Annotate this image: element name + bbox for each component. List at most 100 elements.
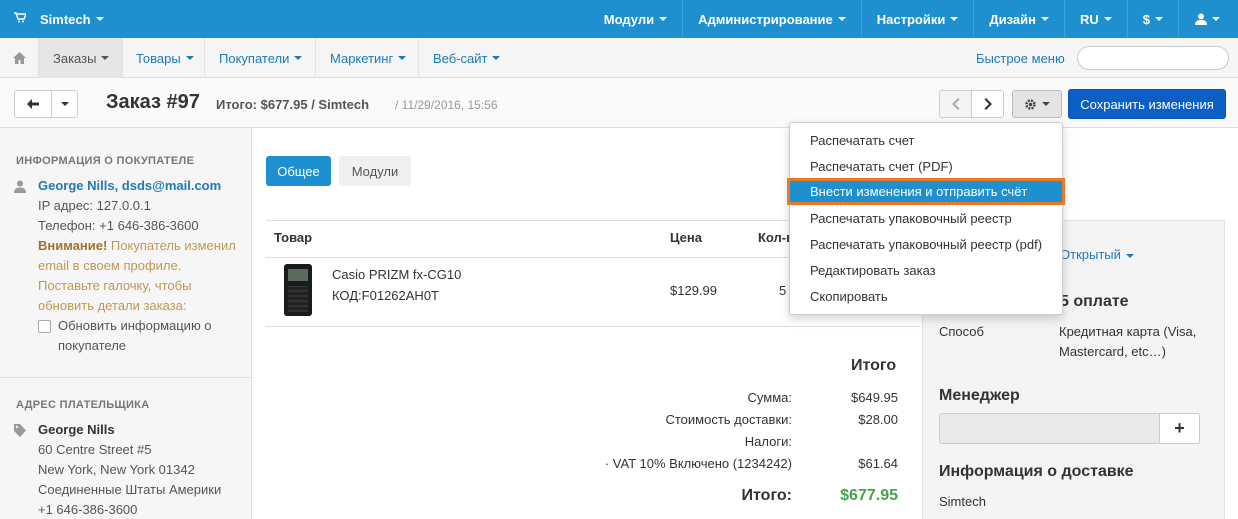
nav-customers[interactable]: Покупатели [204, 38, 316, 78]
nav-website[interactable]: Веб-сайт [418, 38, 514, 78]
chevron-down-icon [185, 56, 194, 60]
chevron-down-icon [60, 102, 69, 106]
chevron-down-icon [294, 56, 303, 60]
prev-order-button[interactable] [939, 90, 972, 118]
top-menu-language[interactable]: RU [1063, 0, 1127, 38]
top-menu-modules[interactable]: Модули [589, 0, 682, 38]
store-switcher[interactable]: Simtech [14, 0, 104, 38]
nav-marketing[interactable]: Маркетинг [315, 38, 420, 78]
product-name-link[interactable]: Casio PRIZM fx-CG10 [332, 267, 461, 282]
product-qty: 5 [779, 283, 787, 298]
menu-item-edit-order[interactable]: Редактировать заказ [810, 263, 936, 278]
chevron-down-icon [1040, 17, 1049, 21]
chevron-down-icon [1103, 17, 1112, 21]
customer-ip: IP адрес: 127.0.0.1 [38, 198, 151, 213]
top-menu-settings[interactable]: Настройки [860, 0, 974, 38]
update-customer-label: Обновить информацию о [58, 318, 212, 333]
product-image[interactable] [284, 264, 312, 316]
top-menu-currency[interactable]: $ [1126, 0, 1178, 38]
add-manager-button[interactable]: + [1159, 413, 1200, 444]
chevron-down-icon [1155, 17, 1163, 21]
update-customer-checkbox[interactable] [38, 320, 51, 333]
tag-icon [14, 424, 26, 437]
main-nav: Заказы Товары Покупатели Маркетинг Веб-с… [0, 38, 1238, 78]
next-order-button[interactable] [971, 90, 1004, 118]
chevron-down-icon [837, 17, 846, 21]
tab-general[interactable]: Общее [266, 156, 331, 186]
manager-input[interactable] [939, 413, 1160, 444]
save-changes-button[interactable]: Сохранить изменения [1068, 89, 1226, 119]
customer-info-title: ИНФОРМАЦИЯ О ПОКУПАТЕЛЕ [16, 155, 195, 167]
profile-warning: Внимание! Покупатель изменил [38, 238, 236, 253]
manager-title: Менеджер [939, 387, 1020, 404]
billing-street: 60 Centre Street #5 [38, 442, 152, 457]
payment-method-value: Кредитная карта (Visa, [1059, 324, 1197, 339]
shipping-info-title: Информация о доставке [939, 463, 1134, 480]
chevron-down-icon [492, 56, 501, 60]
top-menu-administration[interactable]: Администрирование [682, 0, 861, 38]
search-input[interactable] [1077, 46, 1229, 70]
subtotal-value: $649.95 [851, 390, 898, 405]
chevron-right-icon [984, 98, 992, 110]
vat-value: $61.64 [858, 456, 898, 471]
chevron-left-icon [951, 98, 959, 110]
shipping-cost-label: Стоимость доставки: [665, 412, 792, 427]
divider [266, 326, 920, 327]
quick-menu-link[interactable]: Быстрое меню [976, 38, 1065, 78]
totals-title: Итого [851, 357, 897, 374]
chevron-down-icon [950, 17, 959, 21]
back-button[interactable] [14, 90, 52, 118]
billing-phone: +1 646-386-3600 [38, 502, 138, 517]
vat-label: · VAT 10% Включено (1234242) [604, 456, 792, 471]
top-menu-design[interactable]: Дизайн [973, 0, 1064, 38]
subtotal-label: Сумма: [747, 390, 792, 405]
menu-item-print-invoice[interactable]: Распечатать счет [810, 133, 915, 148]
profile-warning-line: Поставьте галочку, чтобы [38, 278, 192, 293]
billing-name: George Nills [38, 422, 115, 437]
chevron-down-icon [95, 17, 104, 21]
product-price: $129.99 [670, 283, 717, 298]
menu-item-edit-and-send-invoice[interactable]: Внести изменения и отправить счёт [787, 178, 1065, 205]
store-name: Simtech [40, 11, 91, 27]
order-status-dropdown[interactable]: Открытый [1060, 247, 1134, 262]
settings-menu-button[interactable] [1012, 90, 1062, 118]
profile-warning-line: email в своем профиле. [38, 258, 182, 273]
back-dropdown-button[interactable] [51, 90, 78, 118]
chevron-down-icon [1212, 17, 1220, 21]
customer-name-link[interactable]: George Nills, dsds@mail.com [38, 176, 221, 196]
menu-item-print-packing-slip[interactable]: Распечатать упаковочный реестр [810, 211, 1012, 226]
payment-method-value: Mastercard, etc…) [1059, 344, 1166, 359]
top-bar: Simtech Модули Администрирование Настрой… [0, 0, 1238, 38]
home-icon[interactable] [0, 38, 38, 78]
divider [0, 377, 251, 378]
chevron-down-icon [398, 56, 407, 60]
nav-products[interactable]: Товары [121, 38, 208, 78]
menu-item-copy[interactable]: Скопировать [810, 289, 888, 304]
shipping-info-value: Simtech [939, 494, 986, 509]
customer-phone: Телефон: +1 646-386-3600 [38, 218, 199, 233]
menu-item-print-invoice-pdf[interactable]: Распечатать счет (PDF) [810, 159, 953, 174]
column-header-product: Товар [274, 230, 313, 245]
grand-total-value: $677.95 [840, 487, 898, 504]
sidebar: ИНФОРМАЦИЯ О ПОКУПАТЕЛЕ George Nills, ds… [0, 128, 252, 519]
product-code: КОД:F01262AH0T [332, 288, 439, 303]
chevron-down-icon [1125, 253, 1134, 258]
order-total-summary: Итого: $677.95 / Simtech [216, 97, 370, 112]
taxes-label: Налоги: [744, 434, 792, 449]
order-date: / 11/29/2016, 15:56 [395, 98, 498, 112]
user-icon [1195, 13, 1207, 25]
arrow-left-icon [27, 99, 39, 109]
user-icon [14, 180, 26, 193]
cart-icon [14, 12, 28, 26]
top-menu-user[interactable] [1178, 0, 1238, 38]
gear-icon [1025, 98, 1036, 110]
chevron-down-icon [1042, 102, 1050, 106]
menu-item-print-packing-slip-pdf[interactable]: Распечатать упаковочный реестр (pdf) [810, 237, 1042, 252]
update-customer-label: покупателе [58, 338, 127, 353]
settings-dropdown-menu: Распечатать счет Распечатать счет (PDF) … [789, 122, 1063, 315]
chevron-down-icon [101, 56, 110, 60]
profile-warning-line: обновить детали заказа: [38, 298, 187, 313]
nav-orders[interactable]: Заказы [38, 38, 124, 78]
grand-total-label: Итого: [741, 487, 792, 504]
tab-modules[interactable]: Модули [339, 156, 411, 186]
